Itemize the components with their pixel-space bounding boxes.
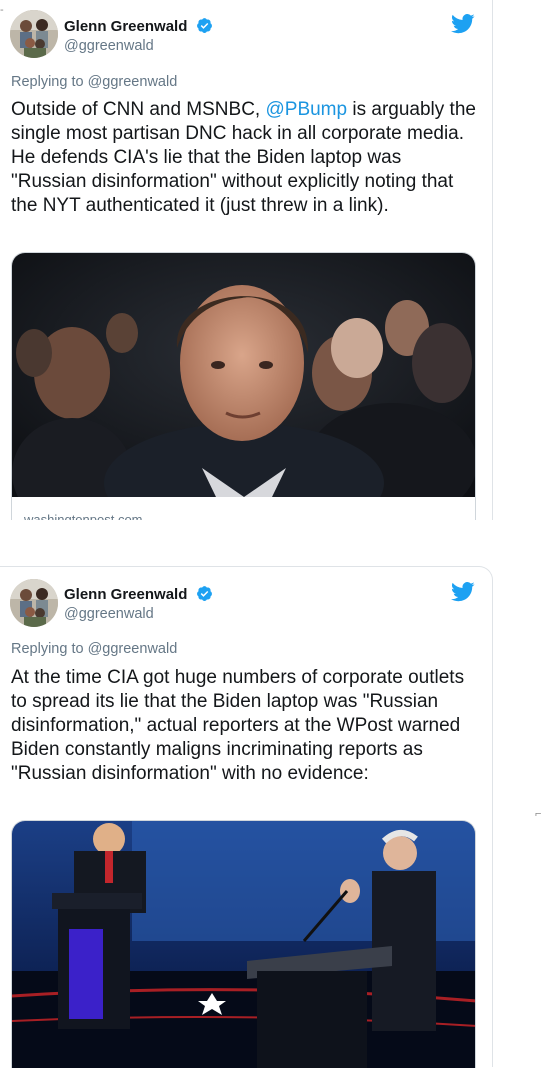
debate-photo bbox=[12, 821, 475, 1068]
author-name-text[interactable]: Glenn Greenwald bbox=[64, 18, 187, 35]
media-image[interactable] bbox=[11, 820, 476, 1068]
replying-to[interactable]: Replying to @ggreenwald bbox=[11, 641, 177, 657]
tweet-card-2[interactable]: Glenn Greenwald @ggreenwald Replying to … bbox=[0, 566, 493, 1068]
tweet-text: Outside of CNN and MSNBC, @PBump is argu… bbox=[11, 98, 479, 218]
link-domain[interactable]: washingtonpost.com bbox=[24, 512, 143, 520]
tweet-card-1[interactable]: Glenn Greenwald @ggreenwald Replying to … bbox=[0, 0, 493, 520]
verified-badge-icon bbox=[196, 586, 212, 601]
scroll-marker: ⌐ bbox=[535, 808, 542, 820]
scroll-marker: - bbox=[0, 4, 4, 16]
avatar[interactable] bbox=[10, 10, 58, 58]
author-name-text[interactable]: Glenn Greenwald bbox=[64, 586, 187, 603]
tweet-text: At the time CIA got huge numbers of corp… bbox=[11, 667, 465, 784]
author-name[interactable]: Glenn Greenwald bbox=[64, 585, 213, 603]
author-handle[interactable]: @ggreenwald bbox=[64, 38, 154, 54]
avatar[interactable] bbox=[10, 579, 58, 627]
twitter-bird-icon[interactable] bbox=[451, 582, 475, 602]
twitter-bird-icon[interactable] bbox=[451, 14, 475, 34]
link-card[interactable]: washingtonpost.com bbox=[11, 252, 476, 520]
avatar-photo bbox=[10, 579, 58, 627]
mention-link[interactable]: @PBump bbox=[265, 99, 347, 120]
author-name[interactable]: Glenn Greenwald bbox=[64, 17, 213, 35]
link-card-image bbox=[12, 253, 475, 497]
tweet-text-part: Outside of CNN and MSNBC, bbox=[11, 99, 266, 120]
avatar-photo bbox=[10, 10, 58, 58]
author-handle[interactable]: @ggreenwald bbox=[64, 606, 154, 622]
replying-to[interactable]: Replying to @ggreenwald bbox=[11, 74, 177, 90]
verified-badge-icon bbox=[196, 18, 212, 33]
